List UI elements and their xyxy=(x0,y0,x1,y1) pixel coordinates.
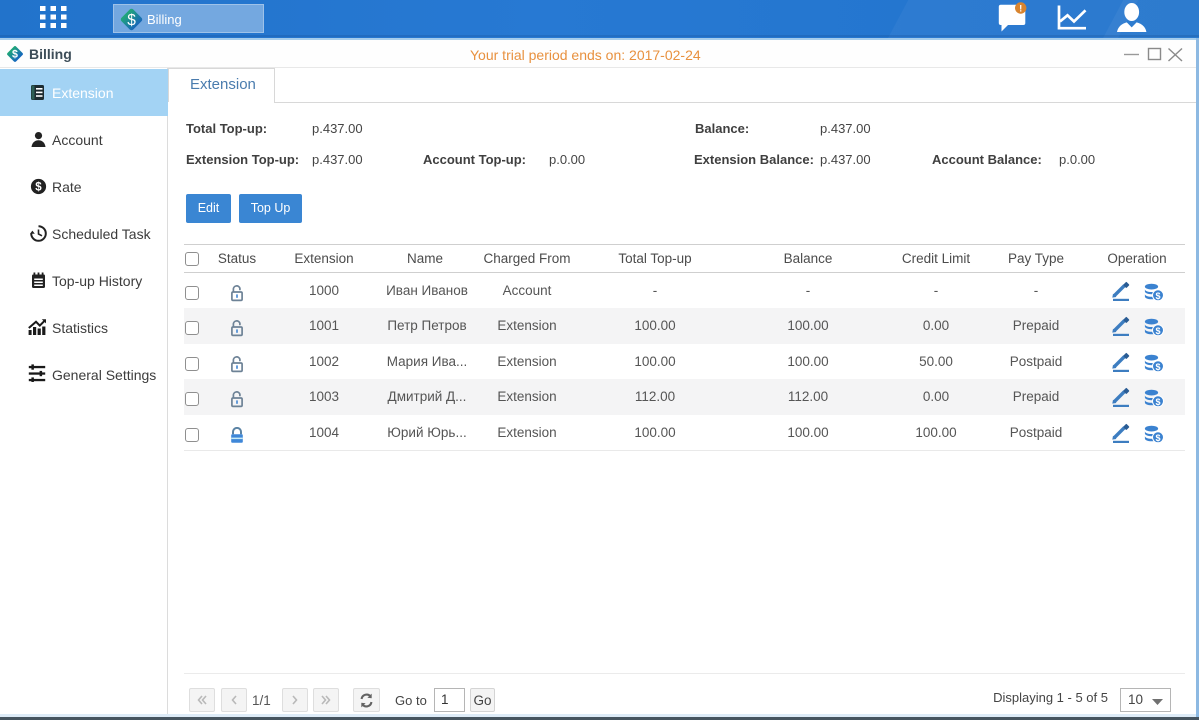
svg-text:!: ! xyxy=(1019,4,1022,15)
svg-text:$: $ xyxy=(1155,362,1160,372)
svg-text:$: $ xyxy=(1155,397,1160,407)
svg-text:$: $ xyxy=(1155,432,1160,442)
svg-text:$: $ xyxy=(12,49,18,61)
svg-text:$: $ xyxy=(35,182,42,194)
svg-text:$: $ xyxy=(127,12,136,29)
svg-text:$: $ xyxy=(1155,291,1160,301)
svg-text:$: $ xyxy=(1155,326,1160,336)
